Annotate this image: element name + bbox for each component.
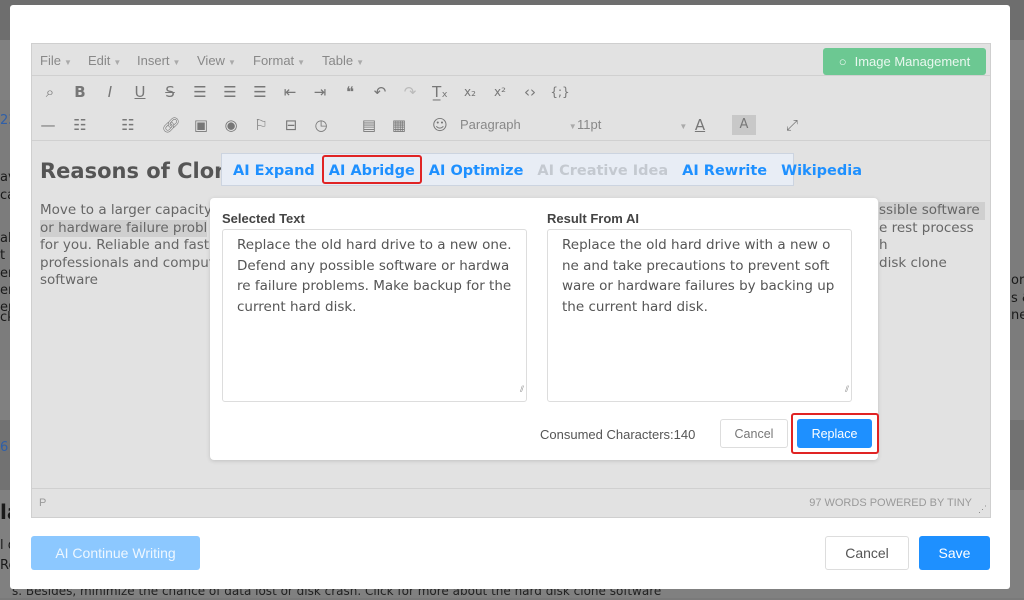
menu-table[interactable]: Table ▼ bbox=[322, 53, 364, 68]
resize-handle-icon[interactable]: ⋰ bbox=[978, 504, 987, 515]
ai-toolbar: AI Expand AI Abridge AI Optimize AI Creativ… bbox=[221, 153, 862, 186]
selected-text-label: Selected Text bbox=[222, 211, 305, 226]
table-icon[interactable]: ▦ bbox=[387, 115, 411, 135]
chevron-down-icon: ▼ bbox=[113, 58, 122, 67]
search-icon: ○ bbox=[838, 54, 847, 69]
block-format-select[interactable]: Paragraph ▼ bbox=[460, 115, 577, 135]
bullet-list-icon[interactable]: ☷ bbox=[68, 115, 92, 135]
bookmark-icon[interactable]: ⚐ bbox=[249, 115, 273, 135]
highlight-color-icon[interactable]: A bbox=[732, 115, 756, 135]
menu-format[interactable]: Format ▼ bbox=[253, 53, 305, 68]
page-break-icon[interactable]: ⊟ bbox=[279, 115, 303, 135]
emoji-icon[interactable]: ☺ bbox=[428, 115, 452, 135]
background-text: ne bbox=[1011, 308, 1024, 323]
ai-expand-button[interactable]: AI Expand bbox=[226, 155, 322, 184]
paragraph-line: for you. Reliable and fast bbox=[40, 237, 210, 253]
popup-cancel-button[interactable]: Cancel bbox=[720, 419, 788, 448]
save-button[interactable]: Save bbox=[919, 536, 990, 570]
paragraph-line: h bbox=[879, 237, 888, 253]
resize-grip-icon[interactable]: ⫽ bbox=[845, 380, 849, 401]
menu-file[interactable]: File ▼ bbox=[40, 53, 72, 68]
ai-rewrite-button[interactable]: AI Rewrite bbox=[675, 155, 774, 184]
superscript-icon[interactable]: x² bbox=[488, 82, 512, 102]
preview-icon[interactable]: ◉ bbox=[219, 115, 243, 135]
background-text: or bbox=[1011, 273, 1024, 288]
align-right-icon[interactable]: ☰ bbox=[248, 82, 272, 102]
chevron-down-icon: ▼ bbox=[63, 58, 72, 67]
image-management-button[interactable]: ○ Image Management bbox=[823, 48, 986, 75]
text-color-icon[interactable]: A bbox=[688, 115, 712, 135]
paragraph-line: professionals and comput bbox=[40, 254, 215, 271]
paragraph-line: disk clone bbox=[879, 254, 947, 271]
replace-button[interactable]: Replace bbox=[797, 419, 872, 448]
background-text: 6 bbox=[0, 440, 9, 455]
status-bar: P 97 WORDS POWERED BY TINY ⋰ bbox=[32, 488, 990, 517]
paragraph-line: e rest process bbox=[879, 219, 974, 236]
subscript-icon[interactable]: x₂ bbox=[458, 82, 482, 102]
underline-icon[interactable]: U bbox=[128, 82, 152, 102]
paragraph-line: or hardware failure probl bbox=[40, 219, 208, 237]
numbered-list-icon[interactable]: ☷ bbox=[116, 115, 140, 135]
bold-icon[interactable]: B bbox=[68, 82, 92, 102]
strikethrough-icon[interactable]: S bbox=[158, 82, 182, 102]
code-sample-icon[interactable]: {;} bbox=[548, 82, 572, 102]
menu-edit[interactable]: Edit ▼ bbox=[88, 53, 121, 68]
word-count: 97 WORDS POWERED BY TINY bbox=[809, 497, 972, 509]
clock-icon[interactable]: ◷ bbox=[309, 115, 333, 135]
paragraph-line: software bbox=[40, 272, 98, 288]
link-icon[interactable]: 🔗︎ bbox=[159, 115, 183, 135]
align-left-icon[interactable]: ☰ bbox=[188, 82, 212, 102]
paragraph-line: Move to a larger capacity bbox=[40, 202, 212, 218]
cancel-button[interactable]: Cancel bbox=[825, 536, 909, 570]
indent-icon[interactable]: ⇥ bbox=[308, 82, 332, 102]
paragraph-line: ssible software bbox=[879, 202, 985, 220]
find-replace-icon[interactable]: ⌕ bbox=[38, 82, 62, 102]
italic-icon[interactable]: I bbox=[98, 82, 122, 102]
ai-optimize-button[interactable]: AI Optimize bbox=[422, 155, 531, 184]
undo-icon[interactable]: ↶ bbox=[368, 82, 392, 102]
ai-abridge-button[interactable]: AI Abridge bbox=[321, 155, 422, 184]
result-label: Result From AI bbox=[547, 211, 639, 226]
outdent-icon[interactable]: ⇤ bbox=[278, 82, 302, 102]
horizontal-rule-icon[interactable]: — bbox=[36, 115, 60, 135]
menu-insert[interactable]: Insert ▼ bbox=[137, 53, 180, 68]
consumed-characters: Consumed Characters:140 bbox=[540, 427, 696, 442]
font-size-select[interactable]: 11pt ▼ bbox=[577, 115, 687, 135]
blockquote-icon[interactable]: ❝ bbox=[338, 82, 362, 102]
ai-creative-idea-button[interactable]: AI Creative Idea bbox=[530, 155, 675, 184]
align-center-icon[interactable]: ☰ bbox=[218, 82, 242, 102]
redo-icon[interactable]: ↷ bbox=[398, 82, 422, 102]
ai-result-popup: Selected Text Replace the old hard drive… bbox=[210, 198, 879, 460]
resize-grip-icon[interactable]: ⫽ bbox=[520, 380, 524, 401]
chevron-down-icon: ▼ bbox=[356, 58, 364, 67]
clear-format-icon[interactable]: T̲ₓ bbox=[428, 82, 452, 102]
image-icon[interactable]: ▣ bbox=[189, 115, 213, 135]
code-icon[interactable]: ‹› bbox=[518, 82, 542, 102]
chevron-down-icon: ▼ bbox=[297, 58, 306, 67]
fullscreen-icon[interactable]: ⤢ bbox=[780, 115, 804, 135]
ai-continue-writing-button[interactable]: AI Continue Writing bbox=[31, 536, 200, 570]
content-heading: Reasons of Clon bbox=[40, 159, 230, 183]
media-icon[interactable]: ▤ bbox=[357, 115, 381, 135]
chevron-down-icon: ▼ bbox=[172, 58, 181, 67]
selected-text-area[interactable]: Replace the old hard drive to a new one.… bbox=[222, 229, 527, 402]
chevron-down-icon: ▼ bbox=[227, 58, 236, 67]
result-text-area[interactable]: Replace the old hard drive with a new on… bbox=[547, 229, 852, 402]
ai-wikipedia-button[interactable]: Wikipedia bbox=[774, 155, 869, 184]
background-text: s & bbox=[1011, 291, 1024, 306]
menu-view[interactable]: View ▼ bbox=[197, 53, 236, 68]
element-path[interactable]: P bbox=[39, 497, 46, 509]
